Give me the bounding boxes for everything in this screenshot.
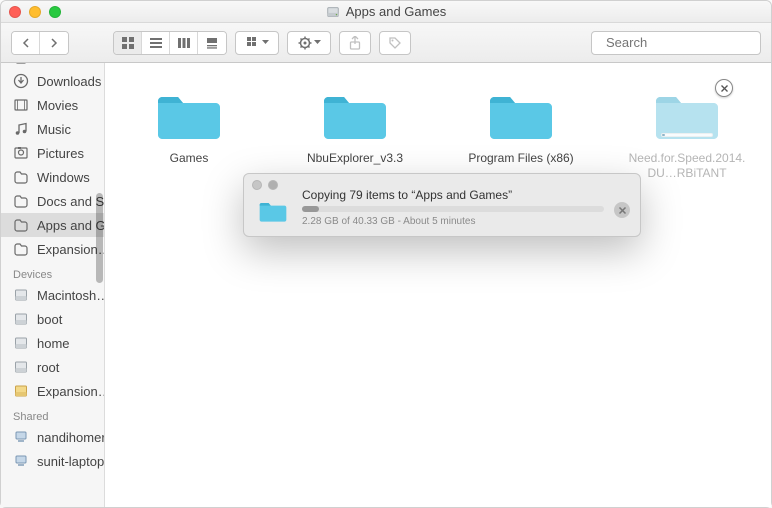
sidebar-item-label: root: [37, 360, 59, 375]
sidebar-favorite-2[interactable]: Movies: [1, 93, 104, 117]
sidebar-favorite-5[interactable]: Windows: [1, 165, 104, 189]
file-label: Games: [170, 151, 209, 166]
sidebar-item-label: home: [37, 336, 70, 351]
sidebar-item-label: Windows: [37, 170, 90, 185]
file-label: Program Files (x86): [468, 151, 573, 166]
sidebar-item-label: sunit-laptop: [37, 454, 104, 469]
copy-progress-dialog: Copying 79 items to “Apps and Games” 2.2…: [243, 173, 641, 237]
sidebar-favorite-8[interactable]: Expansion…: [1, 237, 104, 261]
hdd-icon: [13, 335, 29, 351]
tags-button[interactable]: [379, 31, 411, 55]
search-input[interactable]: [606, 35, 772, 50]
sidebar-item-label: Expansion…: [37, 242, 104, 257]
window-body: Documents Downloads Movies Music Pictures Win…: [1, 63, 771, 507]
sidebar-device-4[interactable]: Expansion…: [1, 379, 104, 403]
sidebar-item-label: boot: [37, 312, 62, 327]
share-button[interactable]: [339, 31, 371, 55]
cancel-icon: [618, 206, 627, 215]
folder-icon: [13, 193, 29, 209]
sidebar-item-label: Docs and S…: [37, 194, 104, 209]
folder-icon: [651, 87, 723, 143]
coverflow-view-button[interactable]: [198, 32, 226, 54]
file-label: Need.for.Speed.2014.DU…RBiTANT: [627, 151, 747, 181]
hdd-icon: [13, 359, 29, 375]
cancel-item-button[interactable]: [715, 79, 733, 97]
view-switcher: [113, 31, 227, 55]
sidebar-device-0[interactable]: Macintosh…: [1, 283, 104, 307]
sidebar-item-label: Music: [37, 122, 71, 137]
file-item-3[interactable]: Need.for.Speed.2014.DU…RBiTANT: [627, 87, 747, 181]
sidebar-favorite-4[interactable]: Pictures: [1, 141, 104, 165]
sidebar-device-3[interactable]: root: [1, 355, 104, 379]
sidebar-item-label: Macintosh…: [37, 288, 104, 303]
arrange-button[interactable]: [235, 31, 279, 55]
finder-window: Apps and Games: [0, 0, 772, 508]
forward-button[interactable]: [40, 32, 68, 54]
share-icon: [348, 36, 362, 50]
sidebar-item-label: Pictures: [37, 146, 84, 161]
gear-icon: [298, 36, 312, 50]
movie-icon: [13, 97, 29, 113]
download-icon: [13, 73, 29, 89]
cancel-copy-button[interactable]: [614, 202, 630, 218]
column-view-button[interactable]: [170, 32, 198, 54]
doc-icon: [13, 63, 29, 65]
folder-icon: [153, 87, 225, 143]
sidebar-item-label: nandihomer…: [37, 430, 104, 445]
list-view-button[interactable]: [142, 32, 170, 54]
window-title-text: Apps and Games: [346, 4, 446, 19]
sidebar-device-1[interactable]: boot: [1, 307, 104, 331]
music-icon: [13, 121, 29, 137]
file-item-1[interactable]: NbuExplorer_v3.3: [295, 87, 415, 166]
sidebar-item-label: Apps and G…: [37, 218, 104, 233]
toolbar: [1, 23, 771, 63]
icon-view-button[interactable]: [114, 32, 142, 54]
folder-icon: [319, 87, 391, 143]
ext-icon: [13, 383, 29, 399]
volume-icon: [326, 5, 340, 19]
sidebar[interactable]: Documents Downloads Movies Music Pictures Win…: [1, 63, 105, 507]
sidebar-item-label: Downloads: [37, 74, 101, 89]
nav-buttons: [11, 31, 69, 55]
back-button[interactable]: [12, 32, 40, 54]
sidebar-shared-0[interactable]: nandihomer…: [1, 425, 104, 449]
sidebar-item-label: Documents: [37, 63, 103, 65]
sidebar-favorite-3[interactable]: Music: [1, 117, 104, 141]
item-progress-bar: [661, 133, 713, 137]
folder-icon: [485, 87, 557, 143]
sidebar-devices-header: Devices: [1, 261, 104, 283]
sidebar-favorite-6[interactable]: Docs and S…: [1, 189, 104, 213]
net-icon: [13, 429, 29, 445]
sidebar-shared-1[interactable]: sunit-laptop: [1, 449, 104, 473]
hdd-icon: [13, 311, 29, 327]
folder-icon: [13, 241, 29, 257]
dialog-icon-area: [244, 174, 302, 236]
action-button[interactable]: [287, 31, 331, 55]
sidebar-scrollbar[interactable]: [96, 193, 103, 283]
sidebar-item-label: Movies: [37, 98, 78, 113]
titlebar: Apps and Games: [1, 1, 771, 23]
net-icon: [13, 453, 29, 469]
pictures-icon: [13, 145, 29, 161]
tag-icon: [388, 36, 402, 50]
window-title: Apps and Games: [1, 4, 771, 19]
copy-status-text: Copying 79 items to “Apps and Games”: [302, 188, 632, 202]
sidebar-item-label: Expansion…: [37, 384, 104, 399]
copy-progress-bar: [302, 206, 604, 212]
search-field[interactable]: [591, 31, 761, 55]
sidebar-shared-header: Shared: [1, 403, 104, 425]
file-item-0[interactable]: Games: [129, 87, 249, 166]
file-item-2[interactable]: Program Files (x86): [461, 87, 581, 166]
sidebar-device-2[interactable]: home: [1, 331, 104, 355]
folder-icon: [13, 169, 29, 185]
hdd-icon: [13, 287, 29, 303]
file-label: NbuExplorer_v3.3: [307, 151, 403, 166]
folder-icon: [257, 198, 289, 224]
content-area[interactable]: Games NbuExplorer_v3.3 Program Files (x86)…: [105, 63, 771, 507]
sidebar-favorite-1[interactable]: Downloads: [1, 69, 104, 93]
copy-detail-text: 2.28 GB of 40.33 GB - About 5 minutes: [302, 216, 632, 227]
folder-icon: [13, 217, 29, 233]
sidebar-favorite-7[interactable]: Apps and G…: [1, 213, 104, 237]
dialog-body: Copying 79 items to “Apps and Games” 2.2…: [302, 174, 640, 236]
